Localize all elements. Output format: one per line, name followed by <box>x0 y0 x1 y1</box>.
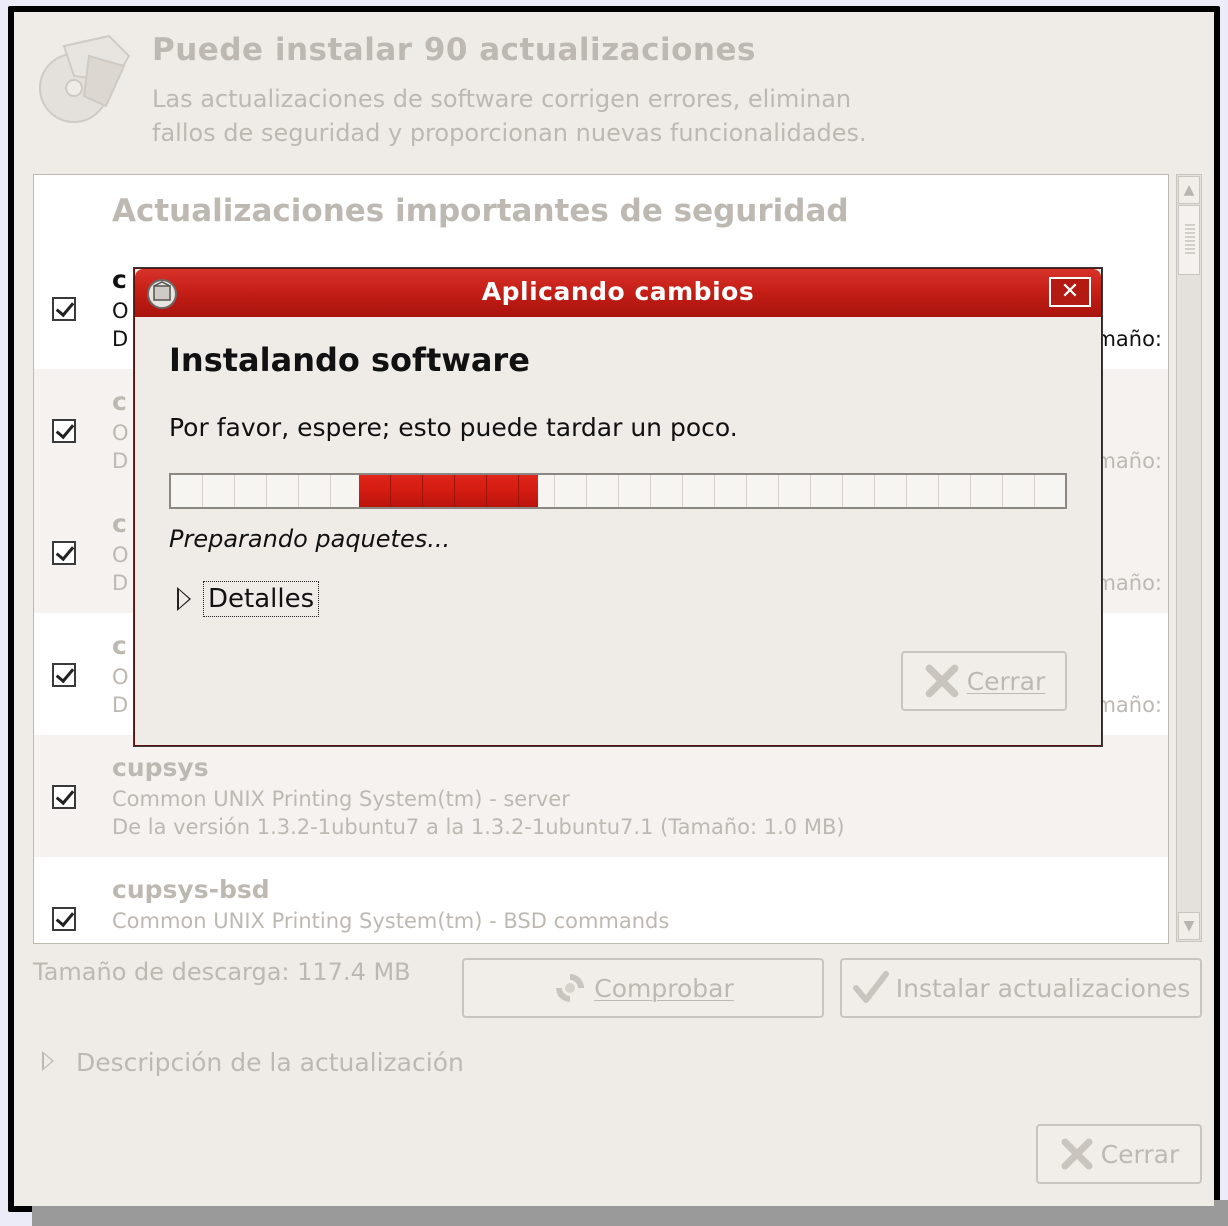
dialog-close-x-icon[interactable]: ✕ <box>1049 277 1091 307</box>
section-heading: Actualizaciones importantes de seguridad <box>112 193 849 229</box>
close-icon <box>1061 1138 1093 1170</box>
check-button[interactable]: Comprobar <box>462 958 824 1018</box>
dialog-heading: Instalando software <box>169 341 530 379</box>
list-scrollbar[interactable]: ▲ ▼ <box>1176 174 1202 942</box>
package-version: De la versión 1.3.2-1ubuntu7 a la 1.3.2-… <box>112 815 845 839</box>
package-name: cupsys <box>112 753 209 782</box>
package-description: Common UNIX Printing System(tm) - server <box>112 787 570 811</box>
dialog-message: Por favor, espere; esto puede tardar un … <box>169 413 738 442</box>
dialog-close-button[interactable]: Cerrar <box>901 651 1067 711</box>
progress-track <box>171 475 1065 507</box>
expander-arrow-icon <box>177 587 191 611</box>
refresh-icon <box>556 974 585 1002</box>
package-description: O <box>112 543 129 567</box>
check-button-label: Comprobar <box>594 973 734 1003</box>
update-checkbox[interactable] <box>52 907 76 931</box>
package-version: D <box>112 571 129 595</box>
package-name: cupsys-bsd <box>112 875 270 904</box>
scroll-up-arrow-icon[interactable]: ▲ <box>1178 176 1200 204</box>
update-checkbox[interactable] <box>52 785 76 809</box>
package-description: Common UNIX Printing System(tm) - BSD co… <box>112 909 670 933</box>
header-subtitle-line2: fallos de seguridad y proporcionan nueva… <box>152 119 867 147</box>
applying-changes-dialog: Aplicando cambios ✕ Instalando software … <box>134 268 1102 746</box>
package-size: maño: <box>1095 327 1162 351</box>
update-description-expander[interactable]: Descripción de la actualización <box>42 1048 464 1077</box>
list-item[interactable]: cupsys-bsd Common UNIX Printing System(t… <box>34 857 1168 943</box>
update-checkbox[interactable] <box>52 297 76 321</box>
details-expander[interactable]: Detalles <box>177 581 320 617</box>
package-size: maño: <box>1095 693 1162 717</box>
package-name: c <box>112 631 127 660</box>
dialog-close-label: Cerrar <box>966 666 1046 696</box>
package-name: c <box>112 387 127 416</box>
list-item[interactable]: cupsys Common UNIX Printing System(tm) -… <box>34 735 1168 857</box>
install-updates-button[interactable]: Instalar actualizaciones <box>840 958 1202 1018</box>
package-name: c <box>112 509 127 538</box>
header-subtitle: Las actualizaciones de software corrigen… <box>152 82 1052 150</box>
update-description-label: Descripción de la actualización <box>75 1048 464 1077</box>
download-size: Tamaño de descarga: 117.4 MB <box>33 958 411 986</box>
close-button[interactable]: Cerrar <box>1036 1124 1202 1184</box>
package-size: maño: <box>1095 449 1162 473</box>
progress-bar <box>169 473 1067 509</box>
package-version: D <box>112 327 129 351</box>
package-description: O <box>112 299 129 323</box>
update-checkbox[interactable] <box>52 541 76 565</box>
install-updates-label: Instalar actualizaciones <box>895 973 1191 1003</box>
software-update-icon <box>39 34 131 123</box>
scroll-thumb[interactable] <box>1178 205 1200 275</box>
checkmark-icon <box>852 971 889 1003</box>
dialog-title: Aplicando cambios <box>481 277 755 306</box>
header-subtitle-line1: Las actualizaciones de software corrigen… <box>152 85 852 113</box>
update-checkbox[interactable] <box>52 419 76 443</box>
package-version: D <box>112 449 129 473</box>
scroll-down-arrow-icon[interactable]: ▼ <box>1178 912 1200 940</box>
package-description: O <box>112 665 129 689</box>
update-checkbox[interactable] <box>52 663 76 687</box>
package-size: maño: <box>1095 571 1162 595</box>
header-title: Puede instalar 90 actualizaciones <box>152 32 756 68</box>
details-label: Detalles <box>203 581 320 617</box>
close-icon <box>925 664 959 698</box>
close-button-label: Cerrar <box>1100 1139 1180 1169</box>
dialog-status: Preparando paquetes... <box>169 525 451 553</box>
dialog-titlebar[interactable]: Aplicando cambios ✕ <box>135 269 1101 317</box>
package-version: D <box>112 693 129 717</box>
package-description: O <box>112 421 129 445</box>
package-name: c <box>112 265 127 294</box>
progress-fill <box>358 475 538 507</box>
expander-arrow-icon <box>42 1051 54 1071</box>
